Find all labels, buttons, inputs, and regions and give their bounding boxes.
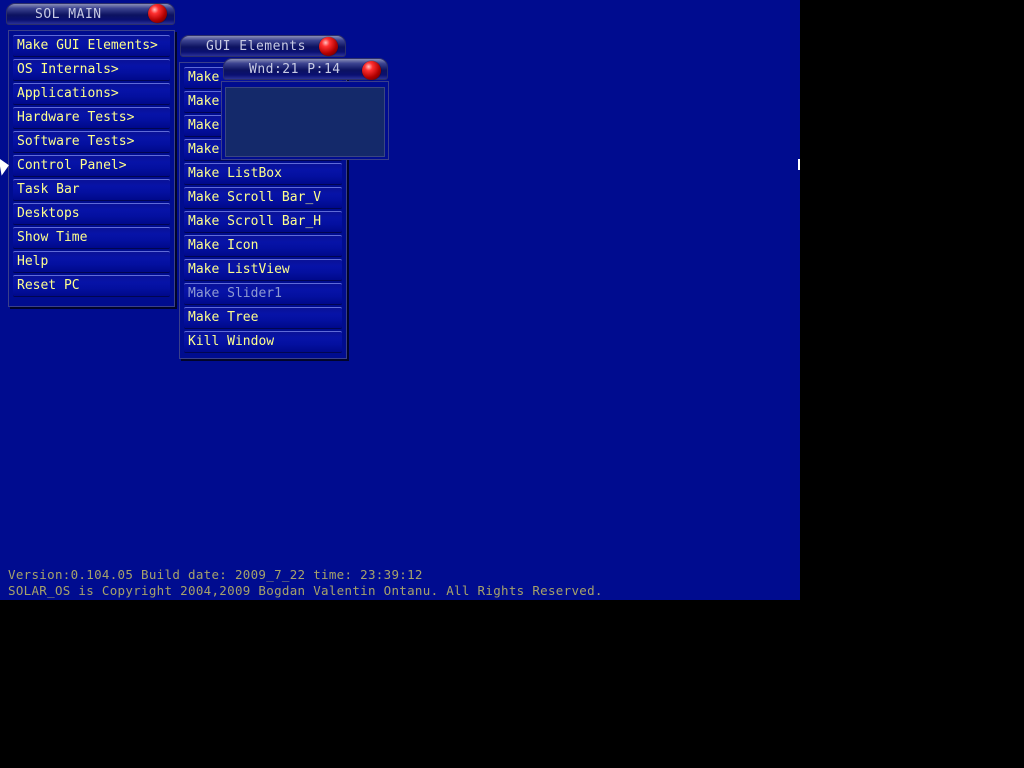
- main-menu-item[interactable]: Applications>: [13, 83, 170, 105]
- gui-elements-item-label: Make: [188, 142, 220, 157]
- main-menu-item-label: Desktops: [17, 206, 80, 221]
- main-menu-item[interactable]: Make GUI Elements>: [13, 35, 170, 57]
- gui-elements-item-label: Make Tree: [188, 310, 259, 325]
- gui-elements-item-label: Make ListBox: [188, 166, 282, 181]
- gui-elements-item-label: Make Scroll Bar_H: [188, 214, 322, 229]
- gui-elements-item-label: Make: [188, 94, 220, 109]
- copyright-line: SOLAR_OS is Copyright 2004,2009 Bogdan V…: [8, 583, 603, 598]
- main-menu-close-icon[interactable]: [148, 4, 167, 23]
- main-menu-title: SOL MAIN: [35, 7, 102, 22]
- gui-elements-item[interactable]: Make Slider1: [184, 283, 342, 305]
- main-menu-item[interactable]: OS Internals>: [13, 59, 170, 81]
- gui-elements-close-icon[interactable]: [319, 37, 338, 56]
- main-menu-item[interactable]: Desktops: [13, 203, 170, 225]
- main-menu-item[interactable]: Control Panel>: [13, 155, 170, 177]
- main-menu-item-label: Applications>: [17, 86, 119, 101]
- gui-elements-item-label: Kill Window: [188, 334, 275, 349]
- main-menu-item[interactable]: Help: [13, 251, 170, 273]
- main-menu-item-label: Control Panel>: [17, 158, 127, 173]
- main-menu: Make GUI Elements> OS Internals> Applicati…: [8, 30, 175, 307]
- main-menu-item[interactable]: Software Tests>: [13, 131, 170, 153]
- gui-elements-item-label: Make Slider1: [188, 286, 282, 301]
- gui-elements-item[interactable]: Make ListBox: [184, 163, 342, 185]
- main-menu-item-label: Help: [17, 254, 49, 269]
- version-line: Version:0.104.05 Build date: 2009_7_22 t…: [8, 567, 423, 582]
- main-menu-item-label: OS Internals>: [17, 62, 119, 77]
- desktop: Make GUI Elements> OS Internals> Applicati…: [0, 0, 800, 600]
- popup-window-title: Wnd:21 P:14: [249, 62, 341, 77]
- main-menu-item-label: Show Time: [17, 230, 88, 245]
- main-menu-item-label: Task Bar: [17, 182, 80, 197]
- main-menu-item-label: Hardware Tests>: [17, 110, 135, 125]
- gui-elements-item[interactable]: Make Icon: [184, 235, 342, 257]
- main-menu-item[interactable]: Show Time: [13, 227, 170, 249]
- gui-elements-item[interactable]: Make Scroll Bar_V: [184, 187, 342, 209]
- main-menu-item[interactable]: Task Bar: [13, 179, 170, 201]
- popup-window-client-area: [225, 87, 385, 157]
- gui-elements-item[interactable]: Make ListView: [184, 259, 342, 281]
- main-menu-item[interactable]: Reset PC: [13, 275, 170, 297]
- gui-elements-item-label: Make ListView: [188, 262, 290, 277]
- popup-window-close-icon[interactable]: [362, 61, 381, 80]
- main-menu-item[interactable]: Hardware Tests>: [13, 107, 170, 129]
- gui-elements-item[interactable]: Make Tree: [184, 307, 342, 329]
- gui-elements-item-label: Make: [188, 70, 220, 85]
- gui-elements-item-label: Make Icon: [188, 238, 259, 253]
- gui-elements-item-label: Make: [188, 118, 220, 133]
- gui-elements-item-label: Make Scroll Bar_V: [188, 190, 322, 205]
- gui-elements-item[interactable]: Make Scroll Bar_H: [184, 211, 342, 233]
- main-menu-item-label: Software Tests>: [17, 134, 135, 149]
- gui-elements-item[interactable]: Kill Window: [184, 331, 342, 353]
- main-menu-item-label: Reset PC: [17, 278, 80, 293]
- text-caret: [798, 159, 800, 170]
- main-menu-item-label: Make GUI Elements>: [17, 38, 158, 53]
- gui-elements-title: GUI Elements: [206, 39, 306, 54]
- popup-window: [221, 81, 389, 160]
